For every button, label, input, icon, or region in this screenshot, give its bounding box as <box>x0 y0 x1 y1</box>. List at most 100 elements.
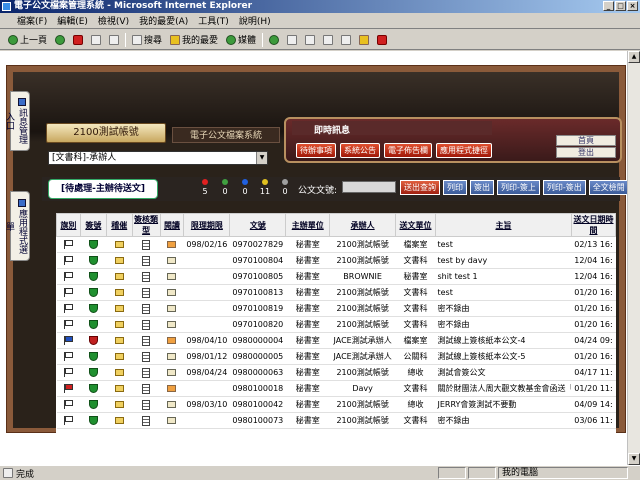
flag-icon[interactable] <box>63 304 73 313</box>
back-button[interactable]: 上一頁 <box>6 32 49 48</box>
document-icon[interactable] <box>142 367 151 378</box>
counter-green[interactable]: 0 <box>218 177 232 196</box>
flag-icon[interactable] <box>63 272 73 281</box>
table-row[interactable]: 0970100804 秘書室 2100測試帳號 文書科 test by davy 12/0… <box>56 252 616 269</box>
mail-button[interactable] <box>285 32 299 48</box>
folder-icon[interactable] <box>114 337 124 344</box>
document-icon[interactable] <box>142 303 151 314</box>
shield-icon[interactable] <box>88 416 98 425</box>
table-row[interactable]: 098/01/12 0980000005 秘書室 JACE測試承辦人 公關科 測試線上簽核… <box>56 348 616 365</box>
table-row[interactable]: 0970100805 秘書室 BROWNIE 秘書室 shit test 1 12/04 … <box>56 268 616 285</box>
flag-icon[interactable] <box>63 320 73 329</box>
envelope-icon[interactable] <box>167 417 177 424</box>
shield-icon[interactable] <box>88 320 98 329</box>
cell-subject[interactable]: 密不錄由 <box>435 412 572 429</box>
menu-view[interactable]: 檢視(V) <box>93 14 134 27</box>
col-time[interactable]: 送文日期時間 <box>570 213 616 237</box>
counter-gray[interactable]: 0 <box>278 177 292 196</box>
cell-docno[interactable]: 0970100804 <box>229 252 286 269</box>
envelope-icon[interactable] <box>167 353 177 360</box>
cell-subject[interactable]: 測試會簽公文 <box>435 364 572 381</box>
cell-subject[interactable]: 關於財團法人周大觀文教基金會函送「全球熱愛生命獎章授獎辦法」... <box>435 380 572 397</box>
cell-docno[interactable]: 0970100819 <box>229 300 286 317</box>
envelope-icon[interactable] <box>167 257 177 264</box>
folder-icon[interactable] <box>114 257 124 264</box>
flag-icon[interactable] <box>63 416 73 425</box>
counter-yellow[interactable]: 11 <box>258 177 272 196</box>
document-icon[interactable] <box>142 383 151 394</box>
cell-docno[interactable]: 0980100018 <box>229 380 286 397</box>
col-subject[interactable]: 主旨 <box>434 213 572 237</box>
menu-tools[interactable]: 工具(T) <box>193 14 234 27</box>
unit-select[interactable]: [文書科]-承辦人 ▼ <box>48 151 268 165</box>
cell-docno[interactable]: 0980100073 <box>229 412 286 429</box>
shield-icon[interactable] <box>88 304 98 313</box>
flag-icon[interactable] <box>63 384 73 393</box>
cell-docno[interactable]: 0980000063 <box>229 364 286 381</box>
envelope-icon[interactable] <box>167 401 177 408</box>
doc-number-input[interactable] <box>342 181 396 193</box>
document-icon[interactable] <box>142 319 151 330</box>
envelope-icon[interactable] <box>167 385 177 392</box>
envelope-icon[interactable] <box>167 241 177 248</box>
full-review-button[interactable]: 全文檢閱 <box>588 180 629 195</box>
col-handler[interactable]: 承辦人 <box>329 213 397 237</box>
flag-icon[interactable] <box>63 352 73 361</box>
cell-subject[interactable]: 密不錄由 <box>435 316 572 333</box>
side-tab-messages[interactable]: 訊息管理入口 <box>4 91 30 151</box>
flag-icon[interactable] <box>63 240 73 249</box>
query-button[interactable]: 送出查詢 <box>400 180 440 195</box>
cell-subject[interactable]: 測試線上簽核紙本公文-4 <box>435 332 572 349</box>
discuss-button[interactable] <box>339 32 353 48</box>
shield-icon[interactable] <box>88 240 98 249</box>
pending-tab[interactable]: [待處理-主辦待送文] <box>48 179 158 199</box>
print-button[interactable] <box>303 32 317 48</box>
print-action-button[interactable]: 列印 <box>443 180 467 195</box>
link-app-shortcuts[interactable]: 應用程式捷徑 <box>436 143 492 158</box>
document-icon[interactable] <box>142 271 151 282</box>
cell-docno[interactable]: 0980100042 <box>229 396 286 413</box>
maximize-button[interactable]: □ <box>615 1 626 11</box>
home-button[interactable] <box>107 32 121 48</box>
flag-icon[interactable] <box>63 336 73 345</box>
stop-button[interactable] <box>71 32 85 48</box>
cell-subject[interactable]: test by davy <box>435 252 572 269</box>
shield-icon[interactable] <box>88 352 98 361</box>
edit-button[interactable] <box>321 32 335 48</box>
shield-icon[interactable] <box>88 384 98 393</box>
cell-subject[interactable]: test <box>435 236 572 253</box>
table-row[interactable]: 098/03/10 0980100042 秘書室 2100測試帳號 總收 JERRY會簽測… <box>56 396 616 413</box>
document-icon[interactable] <box>142 255 151 266</box>
folder-icon[interactable] <box>114 417 124 424</box>
favorites-button[interactable]: 我的最愛 <box>168 32 220 48</box>
shield-icon[interactable] <box>88 272 98 281</box>
table-row[interactable]: 0970100819 秘書室 2100測試帳號 文書科 密不錄由 01/20 16: <box>56 300 616 317</box>
close-button[interactable]: × <box>627 1 638 11</box>
cell-docno[interactable]: 0970100820 <box>229 316 286 333</box>
flag-icon[interactable] <box>63 256 73 265</box>
table-row[interactable]: 0970100820 秘書室 2100測試帳號 文書科 密不錄由 01/20 16: <box>56 316 616 333</box>
col-flag[interactable]: 旗別 <box>56 213 81 237</box>
cell-subject[interactable]: shit test 1 <box>435 268 572 285</box>
folder-icon[interactable] <box>114 369 124 376</box>
folder-icon[interactable] <box>114 385 124 392</box>
refresh-button[interactable] <box>89 32 103 48</box>
table-row[interactable]: 098/04/24 0980000063 秘書室 2100測試帳號 總收 測試會簽公文 04… <box>56 364 616 381</box>
envelope-icon[interactable] <box>167 273 177 280</box>
col-unit[interactable]: 主辦單位 <box>285 213 331 237</box>
table-row[interactable]: 0980100018秘書室Davy文書科關於財團法人周大觀文教基金會函送「全球熱… <box>56 380 616 397</box>
col-deadline[interactable]: 限理期限 <box>183 213 231 237</box>
col-read[interactable]: 閱讀 <box>159 213 185 237</box>
folder-icon[interactable] <box>114 353 124 360</box>
print-checkout-button[interactable]: 列印-簽出 <box>542 180 586 195</box>
cell-docno[interactable]: 0980000004 <box>229 332 286 349</box>
forward-button[interactable] <box>53 32 67 48</box>
document-icon[interactable] <box>142 287 151 298</box>
cell-docno[interactable]: 0970027829 <box>229 236 286 253</box>
shield-icon[interactable] <box>88 336 98 345</box>
link-todo[interactable]: 待辦事項 <box>296 143 336 158</box>
envelope-icon[interactable] <box>167 305 177 312</box>
col-docno[interactable]: 文號 <box>229 213 287 237</box>
table-row[interactable]: 098/04/10 0980000004 秘書室 JACE測試承辦人 檔案室 測試線上簽核… <box>56 332 616 349</box>
table-row[interactable]: 0980100073 秘書室 2100測試帳號 文書科 密不錄由 03/06 11: <box>56 412 616 429</box>
